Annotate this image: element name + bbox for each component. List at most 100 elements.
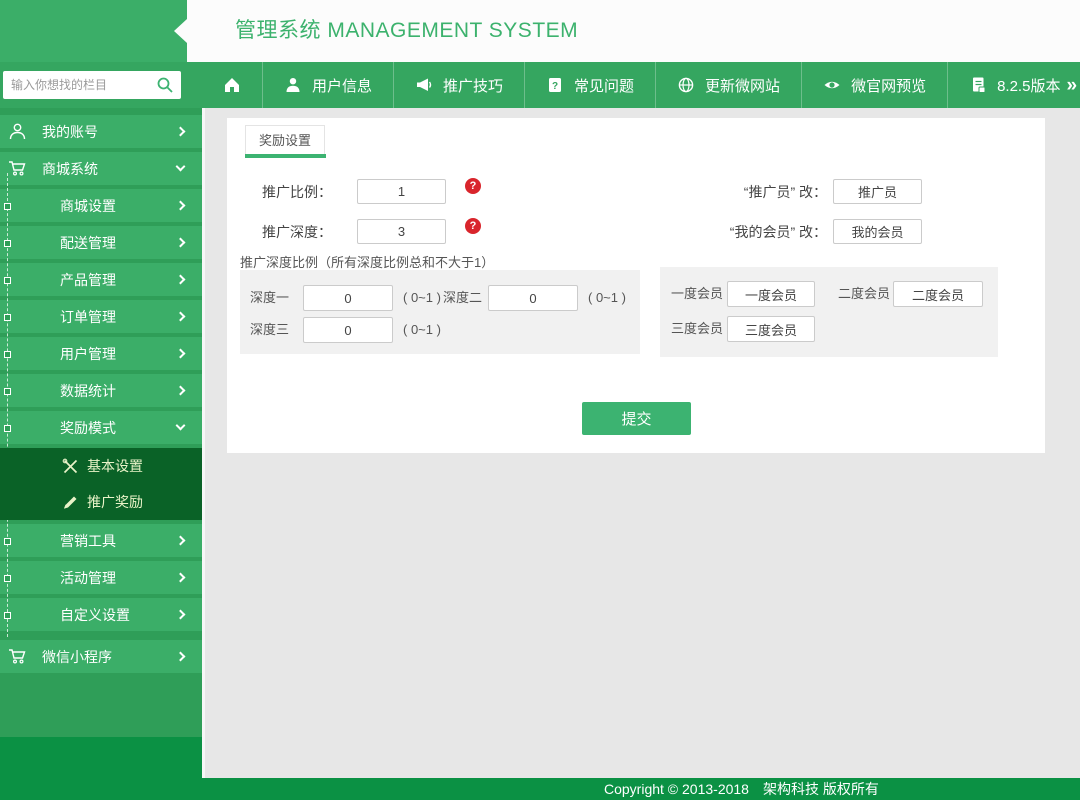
promo-ratio-input[interactable] <box>357 179 446 204</box>
chevron-right-icon <box>176 610 186 620</box>
sidebar-item-basic-settings[interactable]: 基本设置 <box>0 448 202 484</box>
sidebar-item-reward-mode[interactable]: 奖励模式 <box>0 411 202 444</box>
nav-item-update-site[interactable]: 更新微网站 <box>656 62 802 108</box>
nav-item-label: 推广技巧 <box>443 75 503 96</box>
sidebar-item-mall-system[interactable]: 商城系统 <box>0 152 202 185</box>
level3-input[interactable] <box>727 316 815 342</box>
nav-item-label: 更新微网站 <box>705 75 780 96</box>
chevron-down-icon <box>176 421 186 431</box>
chevron-right-icon <box>176 238 186 248</box>
cart-icon <box>8 159 27 178</box>
sidebar-item-label: 订单管理 <box>0 307 116 327</box>
user-outline-icon <box>8 122 27 141</box>
sidebar-item-label: 营销工具 <box>0 531 116 551</box>
sidebar-item-mall-settings[interactable]: 商城设置 <box>0 189 202 222</box>
sidebar-item-label: 自定义设置 <box>0 605 130 625</box>
chevron-right-icon <box>176 312 186 322</box>
depth2-input[interactable] <box>488 285 578 311</box>
globe-icon <box>677 76 695 94</box>
cart-icon <box>8 647 27 666</box>
chevron-right-icon <box>176 349 186 359</box>
sidebar-item-label: 用户管理 <box>0 344 116 364</box>
sidebar-item-label: 配送管理 <box>0 233 116 253</box>
sidebar-item-my-account[interactable]: 我的账号 <box>0 115 202 148</box>
megaphone-icon <box>415 76 433 94</box>
search-input[interactable] <box>11 72 149 98</box>
sidebar-item-custom-settings[interactable]: 自定义设置 <box>0 598 202 631</box>
nav-item-promo-tips[interactable]: 推广技巧 <box>394 62 525 108</box>
home-icon <box>223 76 241 94</box>
nav-item-home[interactable] <box>202 62 263 108</box>
tab-active-underline <box>245 154 326 158</box>
nav-item-label: 微官网预览 <box>851 75 926 96</box>
nav-item-label: 用户信息 <box>312 75 372 96</box>
nav-item-site-preview[interactable]: 微官网预览 <box>802 62 948 108</box>
faq-book-icon: ? <box>546 76 564 94</box>
rename-promoter-input[interactable] <box>833 179 922 204</box>
sidebar-item-label: 数据统计 <box>0 381 116 401</box>
pen-icon <box>62 494 79 511</box>
chevron-right-icon <box>176 201 186 211</box>
sidebar-item-marketing-tools[interactable]: 营销工具 <box>0 524 202 557</box>
depth1-label: 深度一 <box>250 285 289 311</box>
reward-settings-panel: 奖励设置 推广比例： ? 推广深度： ? 推广深度比例（所有深度比例总和不大于1… <box>227 118 1045 453</box>
depth3-label: 深度三 <box>250 317 289 343</box>
rename-promoter-label: “推广员” 改： <box>687 180 827 205</box>
help-icon[interactable]: ? <box>465 218 481 234</box>
svg-text:?: ? <box>552 81 558 92</box>
sidebar-item-data-stats[interactable]: 数据统计 <box>0 374 202 407</box>
sidebar-item-wechat-miniprogram[interactable]: 微信小程序 <box>0 640 202 673</box>
eye-icon <box>823 76 841 94</box>
promo-depth-input[interactable] <box>357 219 446 244</box>
chevron-right-icon <box>176 536 186 546</box>
depth2-range: ( 0~1 ) <box>588 285 626 311</box>
sidebar-item-label: 奖励模式 <box>0 418 116 438</box>
sidebar-item-activity-mgmt[interactable]: 活动管理 <box>0 561 202 594</box>
chevron-right-icon <box>176 127 186 137</box>
top-navbar: 用户信息 推广技巧 ? 常见问题 更新微网站 微官网预览 8.2.5版本 » <box>202 62 1080 108</box>
sidebar-item-label: 基本设置 <box>87 456 143 476</box>
main-content-area: 奖励设置 推广比例： ? 推广深度： ? 推广深度比例（所有深度比例总和不大于1… <box>202 108 1080 778</box>
sidebar-item-label: 商城设置 <box>0 196 116 216</box>
level3-label: 三度会员 <box>671 316 723 342</box>
document-icon <box>969 76 987 94</box>
level1-input[interactable] <box>727 281 815 307</box>
rename-member-label: “我的会员” 改： <box>687 220 827 245</box>
mall-submenu-group: 商城设置 配送管理 产品管理 订单管理 用户管理 数据统计 奖励模式 <box>0 189 202 631</box>
sidebar-item-product-mgmt[interactable]: 产品管理 <box>0 263 202 296</box>
sidebar-item-label: 推广奖励 <box>87 492 143 512</box>
tab-reward-settings[interactable]: 奖励设置 <box>245 125 325 154</box>
nav-item-user-info[interactable]: 用户信息 <box>263 62 394 108</box>
user-icon <box>284 76 302 94</box>
chevron-double-icon: » <box>1066 76 1077 95</box>
chevron-right-icon <box>176 573 186 583</box>
depth-ratio-note: 推广深度比例（所有深度比例总和不大于1） <box>240 252 494 271</box>
sidebar-item-order-mgmt[interactable]: 订单管理 <box>0 300 202 333</box>
chevron-right-icon <box>176 275 186 285</box>
level2-input[interactable] <box>893 281 983 307</box>
rename-member-input[interactable] <box>833 219 922 244</box>
app-header: 管理系统 MANAGEMENT SYSTEM <box>187 0 1080 62</box>
page-title: 管理系统 MANAGEMENT SYSTEM <box>235 0 578 62</box>
copyright-text: Copyright © 2013-2018 架构科技 版权所有 <box>604 778 879 800</box>
sidebar-item-delivery-mgmt[interactable]: 配送管理 <box>0 226 202 259</box>
sidebar-item-user-mgmt[interactable]: 用户管理 <box>0 337 202 370</box>
sidebar-item-label: 活动管理 <box>0 568 116 588</box>
page-footer: Copyright © 2013-2018 架构科技 版权所有 <box>0 778 1080 800</box>
nav-item-faq[interactable]: ? 常见问题 <box>525 62 656 108</box>
help-icon[interactable]: ? <box>465 178 481 194</box>
promo-ratio-label: 推广比例： <box>232 180 332 205</box>
level2-label: 二度会员 <box>838 281 890 307</box>
sidebar-item-promo-reward[interactable]: 推广奖励 <box>0 484 202 520</box>
nav-item-label: 常见问题 <box>574 75 634 96</box>
submit-button[interactable]: 提交 <box>582 402 691 435</box>
tools-icon <box>62 458 79 475</box>
depth3-input[interactable] <box>303 317 393 343</box>
depth1-input[interactable] <box>303 285 393 311</box>
depth1-range: ( 0~1 ) <box>403 285 441 311</box>
sidebar-item-label: 产品管理 <box>0 270 116 290</box>
search-icon[interactable] <box>156 76 174 94</box>
chevron-right-icon <box>176 386 186 396</box>
nav-item-version[interactable]: 8.2.5版本 » <box>948 62 1080 108</box>
chevron-right-icon <box>176 652 186 662</box>
